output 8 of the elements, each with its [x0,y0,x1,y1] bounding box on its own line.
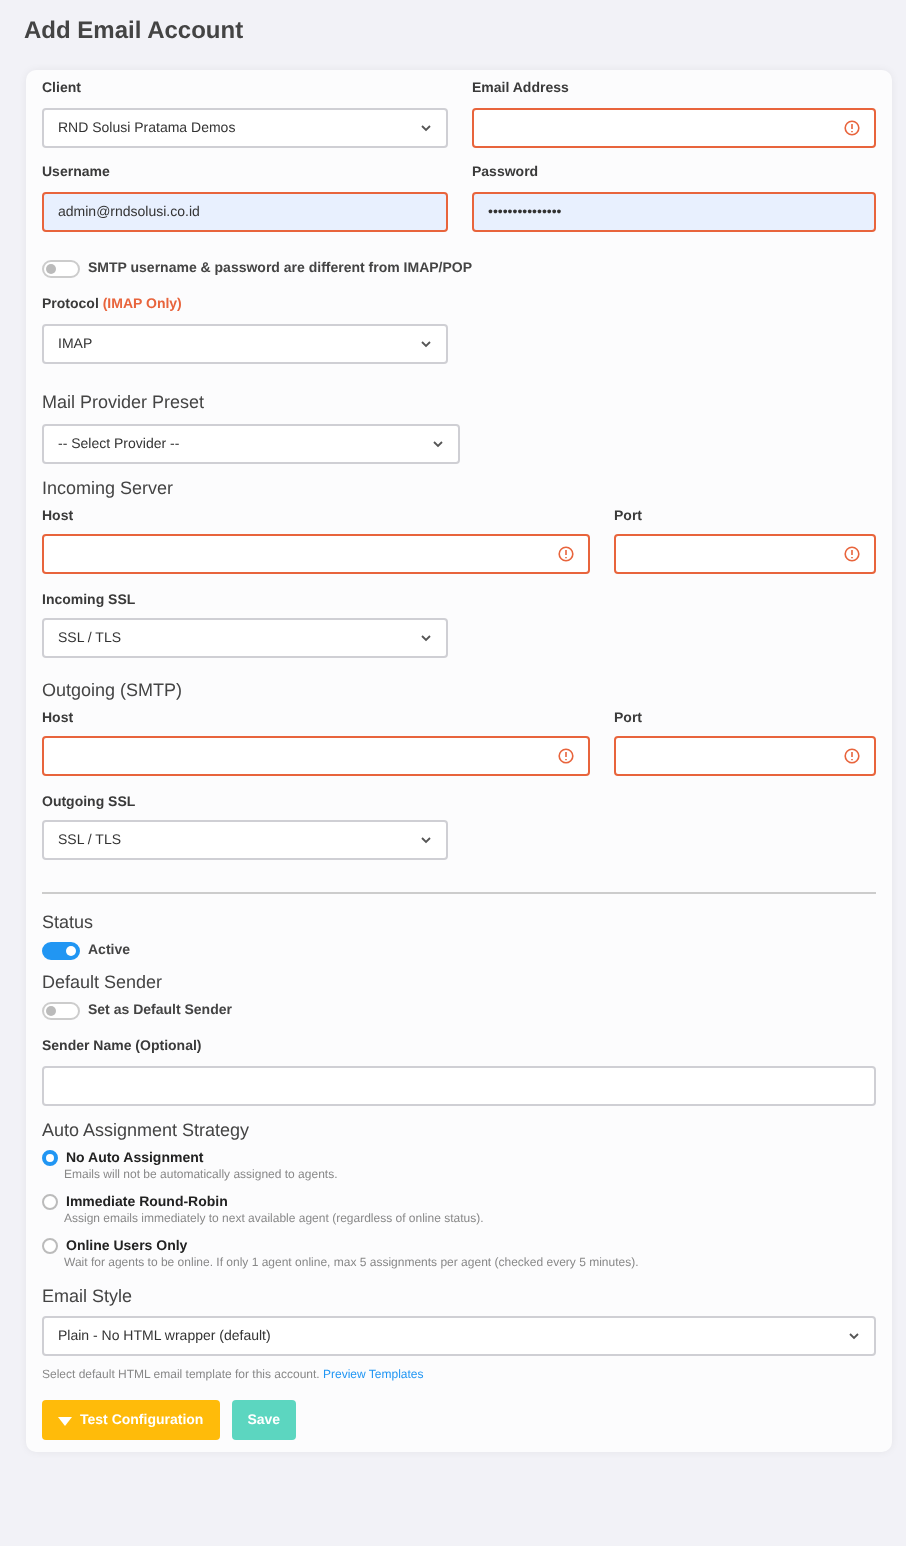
section-heading: Outgoing (SMTP) [42,680,185,702]
section-heading: Incoming Server [42,478,176,500]
section-heading: Status [42,912,96,934]
section-heading: Default Sender [42,972,165,994]
section-heading: Auto Assignment Strategy [42,1120,252,1142]
page-title: Add Email Account [24,16,246,44]
section-heading: Mail Provider Preset [42,392,207,414]
section-heading: Email Style [42,1286,135,1308]
